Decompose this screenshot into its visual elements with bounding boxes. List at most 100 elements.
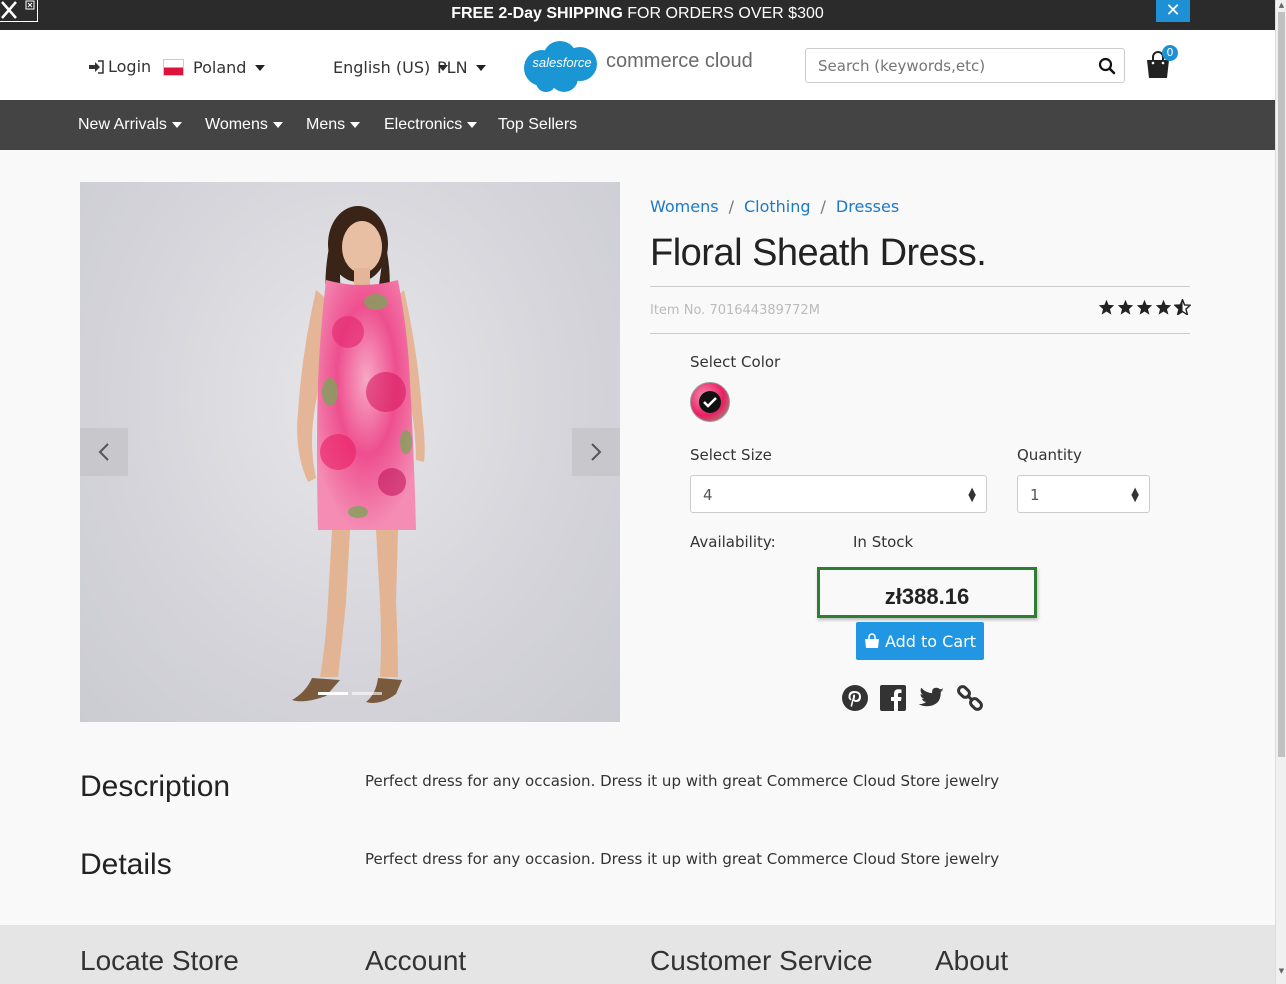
price-highlight-box: zł388.16 [817,567,1037,618]
nav-label: Womens [205,116,268,133]
pinterest-icon[interactable] [841,684,869,712]
language-selector[interactable]: English (US) [333,58,449,77]
link-icon[interactable] [956,684,984,712]
search-input[interactable] [806,49,1086,82]
breadcrumb-separator: / [820,197,826,216]
twitter-icon[interactable] [917,684,945,712]
item-number: Item No. 701644389772M [650,303,820,318]
product-price: zł388.16 [884,584,970,609]
promo-rest-text: FOR ORDERS OVER $300 [622,5,824,22]
divider [650,333,1190,334]
breadcrumb-link-dresses[interactable]: Dresses [836,197,899,216]
facebook-icon[interactable] [879,684,907,712]
chevron-left-icon [98,443,109,461]
carousel-prev-button[interactable] [80,428,128,476]
quantity-label: Quantity [1017,446,1082,464]
size-select[interactable]: 4 ▲ ▼ [690,475,987,513]
quantity-value: 1 [1030,486,1040,504]
nav-item-top-sellers[interactable]: Top Sellers [498,116,577,134]
nav-label: Electronics [384,116,463,133]
star-icon [1117,299,1134,315]
add-to-cart-label: Add to Cart [884,631,977,651]
site-logo[interactable]: salesforce commerce cloud [520,38,760,94]
currency-selector[interactable]: PLN [437,58,486,77]
chevron-right-icon [591,443,602,461]
scroll-up-arrow-icon[interactable]: ▲ [1276,0,1286,11]
search-icon[interactable] [1098,57,1116,75]
select-color-label: Select Color [690,353,781,371]
availability-label: Availability: [690,533,776,551]
chevron-down-icon [272,122,283,128]
scrollbar-thumb[interactable] [1278,12,1285,757]
scroll-down-arrow-icon[interactable]: ▼ [1276,966,1286,977]
page-scrollbar[interactable]: ▲ ▼ [1275,0,1286,984]
carousel-indicator-active[interactable] [318,692,348,695]
breadcrumb-link-womens[interactable]: Womens [650,197,719,216]
availability-value: In Stock [853,533,914,551]
star-icon [1155,299,1172,315]
chevron-down-icon [255,64,266,71]
quantity-select[interactable]: 1 ▲ ▼ [1017,475,1150,513]
logo-text: commerce cloud [606,50,753,72]
select-size-label: Select Size [690,446,772,464]
add-to-cart-button[interactable]: Add to Cart [856,622,984,660]
site-footer: Locate Store Account Customer Service Ab… [0,925,1275,984]
country-label: Poland [193,58,247,77]
promo-text: FREE 2-Day SHIPPING FOR ORDERS OVER $300 [0,5,1275,23]
rating-stars [1098,299,1191,315]
footer-about[interactable]: About [935,945,1008,977]
chevron-down-icon [467,122,478,128]
site-header: Login Poland English (US) PLN salesforce… [0,30,1275,100]
main-nav: New Arrivals Womens Mens Electronics Top… [0,100,1275,150]
select-arrows-icon: ▲ ▼ [1131,486,1139,504]
footer-account[interactable]: Account [365,945,466,977]
nav-label: Top Sellers [498,116,578,133]
promo-bold-text: FREE 2-Day SHIPPING [451,5,623,22]
carousel-next-button[interactable] [572,428,620,476]
language-label: English (US) [333,58,431,77]
nav-item-womens[interactable]: Womens [205,116,283,134]
promo-close-button[interactable]: ✕ [1156,0,1190,22]
star-half-icon [1174,299,1191,315]
nav-label: Mens [306,116,346,133]
login-label: Login [108,57,152,76]
description-heading: Description [80,770,231,803]
product-image-carousel [80,182,620,722]
breadcrumb-link-clothing[interactable]: Clothing [744,197,811,216]
star-icon [1098,299,1115,315]
cart-button[interactable]: 0 [1144,45,1178,80]
product-title: Floral Sheath Dress. [650,232,987,274]
description-text: Perfect dress for any occasion. Dress it… [365,772,1000,790]
breadcrumb-separator: / [728,197,734,216]
logo-cloud-text: salesforce [532,55,592,70]
divider [650,286,1190,287]
cart-count-badge: 0 [1162,45,1178,61]
nav-item-mens[interactable]: Mens [306,116,361,134]
details-heading: Details [80,848,172,881]
poland-flag-icon [163,59,184,76]
footer-customer-service[interactable]: Customer Service [650,945,873,977]
color-swatch-selected[interactable] [690,382,730,422]
nav-item-electronics[interactable]: Electronics [384,116,478,134]
shopping-bag-icon [864,633,879,648]
search-box [805,48,1125,83]
chevron-down-icon [350,122,361,128]
select-arrows-icon: ▲ ▼ [968,486,976,504]
star-icon [1136,299,1153,315]
chevron-down-icon [475,64,486,71]
size-value: 4 [703,486,713,504]
checkmark-icon [699,391,721,413]
details-text: Perfect dress for any occasion. Dress it… [365,850,1000,868]
breadcrumb: Womens / Clothing / Dresses [650,197,899,216]
login-link[interactable]: Login [88,57,151,76]
country-selector[interactable]: Poland [163,58,266,77]
product-photo [292,206,425,703]
nav-label: New Arrivals [78,116,167,133]
sign-in-icon [89,59,104,74]
carousel-indicator[interactable] [352,692,382,695]
promo-bar: FREE 2-Day SHIPPING FOR ORDERS OVER $300… [0,0,1275,30]
nav-item-new-arrivals[interactable]: New Arrivals [78,116,182,134]
chevron-down-icon [171,122,182,128]
footer-locate-store[interactable]: Locate Store [80,945,239,977]
currency-label: PLN [437,58,468,77]
